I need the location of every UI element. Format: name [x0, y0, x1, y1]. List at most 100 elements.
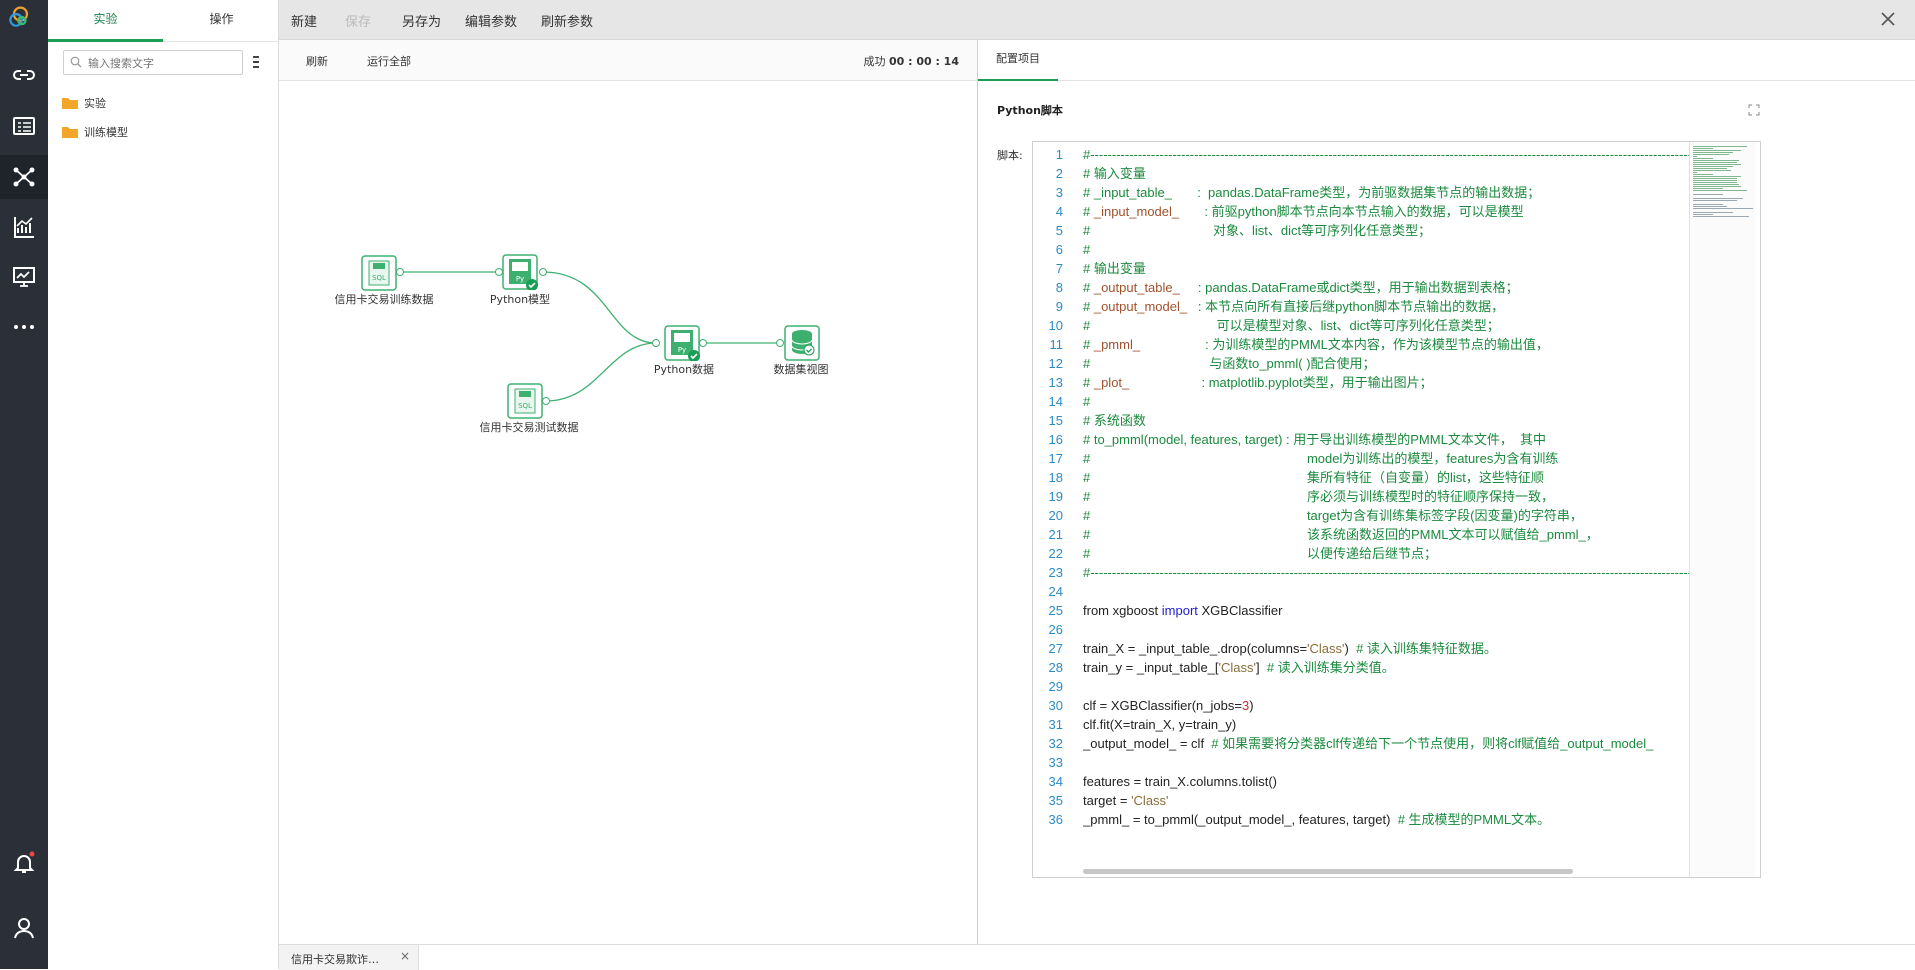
line-number: 13: [1048, 375, 1063, 390]
node-python-data[interactable]: Py: [664, 325, 700, 362]
code-line: # 以便传递给后继节点；: [1083, 546, 1437, 561]
node-train-data[interactable]: SQL: [361, 255, 397, 291]
script-editor[interactable]: 1 2 3 4 5 6 7 8 9 10 11 12 13 14 15 16 17 18 19 20 21 22 23 24 2…: [1032, 141, 1761, 878]
user-icon[interactable]: [0, 906, 48, 950]
minimap-line: [1693, 164, 1741, 165]
graph-icon[interactable]: [0, 155, 48, 199]
tree-item-experiment[interactable]: 实验: [62, 93, 106, 113]
minimap-line: [1693, 150, 1741, 151]
workflow-canvas[interactable]: SQL 信用卡交易训练数据 Py Python模型 SQL 信用卡交易测试数据 …: [279, 81, 977, 944]
link-icon[interactable]: [0, 53, 48, 97]
edit-params-button[interactable]: 编辑参数: [465, 11, 517, 30]
minimap-line: [1693, 180, 1737, 181]
monitor-icon[interactable]: [0, 255, 48, 299]
node-dataset-view[interactable]: [784, 325, 820, 361]
code-line: train_y = _input_table_['Class'] # 读入训练集…: [1083, 660, 1395, 675]
close-tab-icon[interactable]: ×: [400, 949, 410, 963]
line-number: 17: [1048, 451, 1063, 466]
node-label: 信用卡交易训练数据: [334, 293, 434, 306]
node-label: Python数据: [653, 363, 715, 376]
tab-experiment[interactable]: 实验: [48, 0, 163, 42]
minimap-line: [1693, 212, 1733, 213]
line-number: 30: [1048, 698, 1063, 713]
run-all-button[interactable]: 运行全部: [367, 53, 411, 69]
node-python-model[interactable]: Py: [502, 254, 538, 291]
code-line: #---------------------------------------…: [1083, 565, 1689, 580]
line-number: 25: [1048, 603, 1063, 618]
line-number: 21: [1048, 527, 1063, 542]
line-number: 18: [1048, 470, 1063, 485]
folder-icon: [62, 127, 78, 138]
code-line: clf.fit(X=train_X, y=train_y): [1083, 717, 1237, 732]
tree-search-box[interactable]: [63, 50, 243, 75]
search-input[interactable]: [88, 54, 238, 72]
minimap-line: [1693, 190, 1747, 191]
code-line: # 输出变量: [1083, 261, 1146, 276]
line-number: 15: [1048, 413, 1063, 428]
minimap-line: [1693, 176, 1741, 177]
minimap-line: [1693, 214, 1713, 215]
line-number: 28: [1048, 660, 1063, 675]
script-label: 脚本:: [997, 149, 1023, 162]
line-number: 24: [1048, 584, 1063, 599]
close-icon[interactable]: [1879, 10, 1897, 28]
code-line: _output_model_ = clf # 如果需要将分类器clf传递给下一个…: [1083, 736, 1654, 751]
bell-icon[interactable]: [0, 841, 48, 885]
minimap-line: [1693, 156, 1697, 157]
line-number: 34: [1048, 774, 1063, 789]
panel-splitter[interactable]: [977, 40, 978, 944]
line-number: 19: [1048, 489, 1063, 504]
code-line: # _output_table_ : pandas.DataFrame或dict…: [1083, 280, 1519, 295]
horizontal-scrollbar[interactable]: [1083, 869, 1573, 874]
document-tab-bar: 信用卡交易欺诈… ×: [279, 944, 1915, 970]
minimap-line: [1693, 182, 1737, 183]
line-number: 5: [1055, 223, 1063, 238]
refresh-params-button[interactable]: 刷新参数: [541, 11, 593, 30]
chart-icon[interactable]: [0, 205, 48, 249]
minimap-line: [1693, 148, 1713, 149]
code-minimap[interactable]: [1689, 142, 1755, 877]
code-area[interactable]: #---------------------------------------…: [1083, 145, 1689, 829]
code-line: #: [1083, 394, 1091, 409]
line-number: 11: [1049, 337, 1064, 352]
code-line: # model为训练出的模型，features为含有训练: [1083, 451, 1559, 466]
node-test-data[interactable]: SQL: [507, 383, 543, 419]
line-number: 6: [1055, 242, 1063, 257]
line-number: 20: [1048, 508, 1063, 523]
config-title: Python脚本: [997, 104, 1063, 117]
line-number: 4: [1055, 204, 1063, 219]
line-number: 9: [1055, 299, 1063, 314]
tab-config-items[interactable]: 配置项目: [978, 40, 1058, 81]
code-line: _pmml_ = to_pmml(_output_model_, feature…: [1083, 812, 1551, 827]
code-line: # 可以是模型对象、list、dict等可序列化任意类型；: [1083, 318, 1500, 333]
minimap-line: [1693, 206, 1727, 207]
line-number: 2: [1055, 166, 1063, 181]
tab-credit-card-fraud[interactable]: 信用卡交易欺诈… ×: [279, 945, 419, 970]
code-line: # target为含有训练集标签字段(因变量)的字符串，: [1083, 508, 1583, 523]
save-button[interactable]: 保存: [345, 11, 371, 30]
tree-item-train-model[interactable]: 训练模型: [62, 122, 128, 142]
node-label: 信用卡交易测试数据: [479, 421, 579, 434]
save-as-button[interactable]: 另存为: [402, 11, 441, 30]
expand-icon[interactable]: [1748, 104, 1760, 116]
line-number: 23: [1048, 565, 1063, 580]
line-number: 33: [1048, 755, 1063, 770]
tab-operations[interactable]: 操作: [164, 0, 279, 42]
code-line: target = 'Class': [1083, 793, 1169, 808]
minimap-line: [1693, 154, 1729, 155]
tab-bar-empty: [419, 945, 1915, 970]
line-number: 35: [1048, 793, 1063, 808]
svg-text:SQL: SQL: [372, 274, 386, 282]
refresh-button[interactable]: 刷新: [306, 53, 328, 69]
code-line: clf = XGBClassifier(n_jobs=3): [1083, 698, 1254, 713]
minimap-line: [1693, 146, 1747, 147]
tree-menu-icon[interactable]: [251, 54, 261, 70]
line-number: 8: [1055, 280, 1063, 295]
more-icon[interactable]: [0, 305, 48, 349]
code-line: # _input_table_ : pandas.DataFrame类型，为前驱…: [1083, 185, 1541, 200]
list-icon[interactable]: [0, 104, 48, 148]
new-button[interactable]: 新建: [291, 11, 317, 30]
